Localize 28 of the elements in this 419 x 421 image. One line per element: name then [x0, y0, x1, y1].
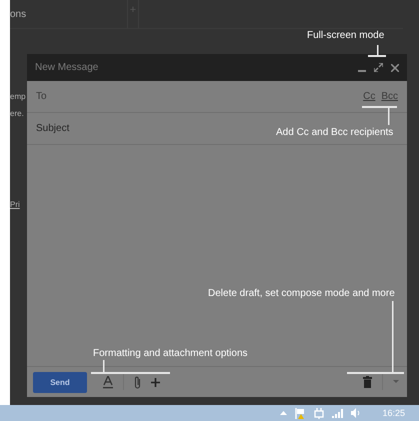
plus-icon[interactable]	[151, 378, 160, 386]
show-hidden-icons-icon[interactable]	[280, 411, 288, 415]
callout-label: Delete draft, set compose mode and more	[208, 288, 395, 299]
signal-bars-icon[interactable]	[332, 408, 344, 418]
cc-link[interactable]: Cc	[363, 91, 376, 102]
power-plug-icon[interactable]	[314, 408, 324, 418]
text-format-icon[interactable]	[103, 376, 113, 388]
callout-label: Add Cc and Bcc recipients	[276, 127, 394, 138]
close-icon[interactable]	[391, 64, 399, 72]
callout-label: Formatting and attachment options	[93, 348, 248, 359]
page-text: emp	[10, 92, 26, 101]
bcc-link[interactable]: Bcc	[381, 91, 398, 102]
subject-field[interactable]: Subject	[36, 123, 186, 134]
speaker-icon[interactable]	[351, 408, 360, 418]
page-text: ere.	[10, 109, 24, 118]
paperclip-icon[interactable]	[134, 376, 141, 388]
clock-time: 16:25	[382, 408, 405, 418]
window-title: New Message	[35, 62, 100, 73]
browser-tab[interactable]: ons	[10, 0, 128, 28]
dropdown-caret-icon[interactable]	[393, 380, 399, 384]
callout-label: Full-screen mode	[307, 30, 384, 41]
trash-icon[interactable]	[363, 376, 372, 388]
send-button[interactable]: Send	[33, 372, 87, 392]
flag-icon[interactable]	[295, 408, 306, 418]
new-tab-button[interactable]: +	[128, 0, 139, 28]
to-label: To	[36, 91, 48, 102]
expand-icon[interactable]	[374, 63, 383, 72]
page-text: Pri	[10, 200, 20, 209]
